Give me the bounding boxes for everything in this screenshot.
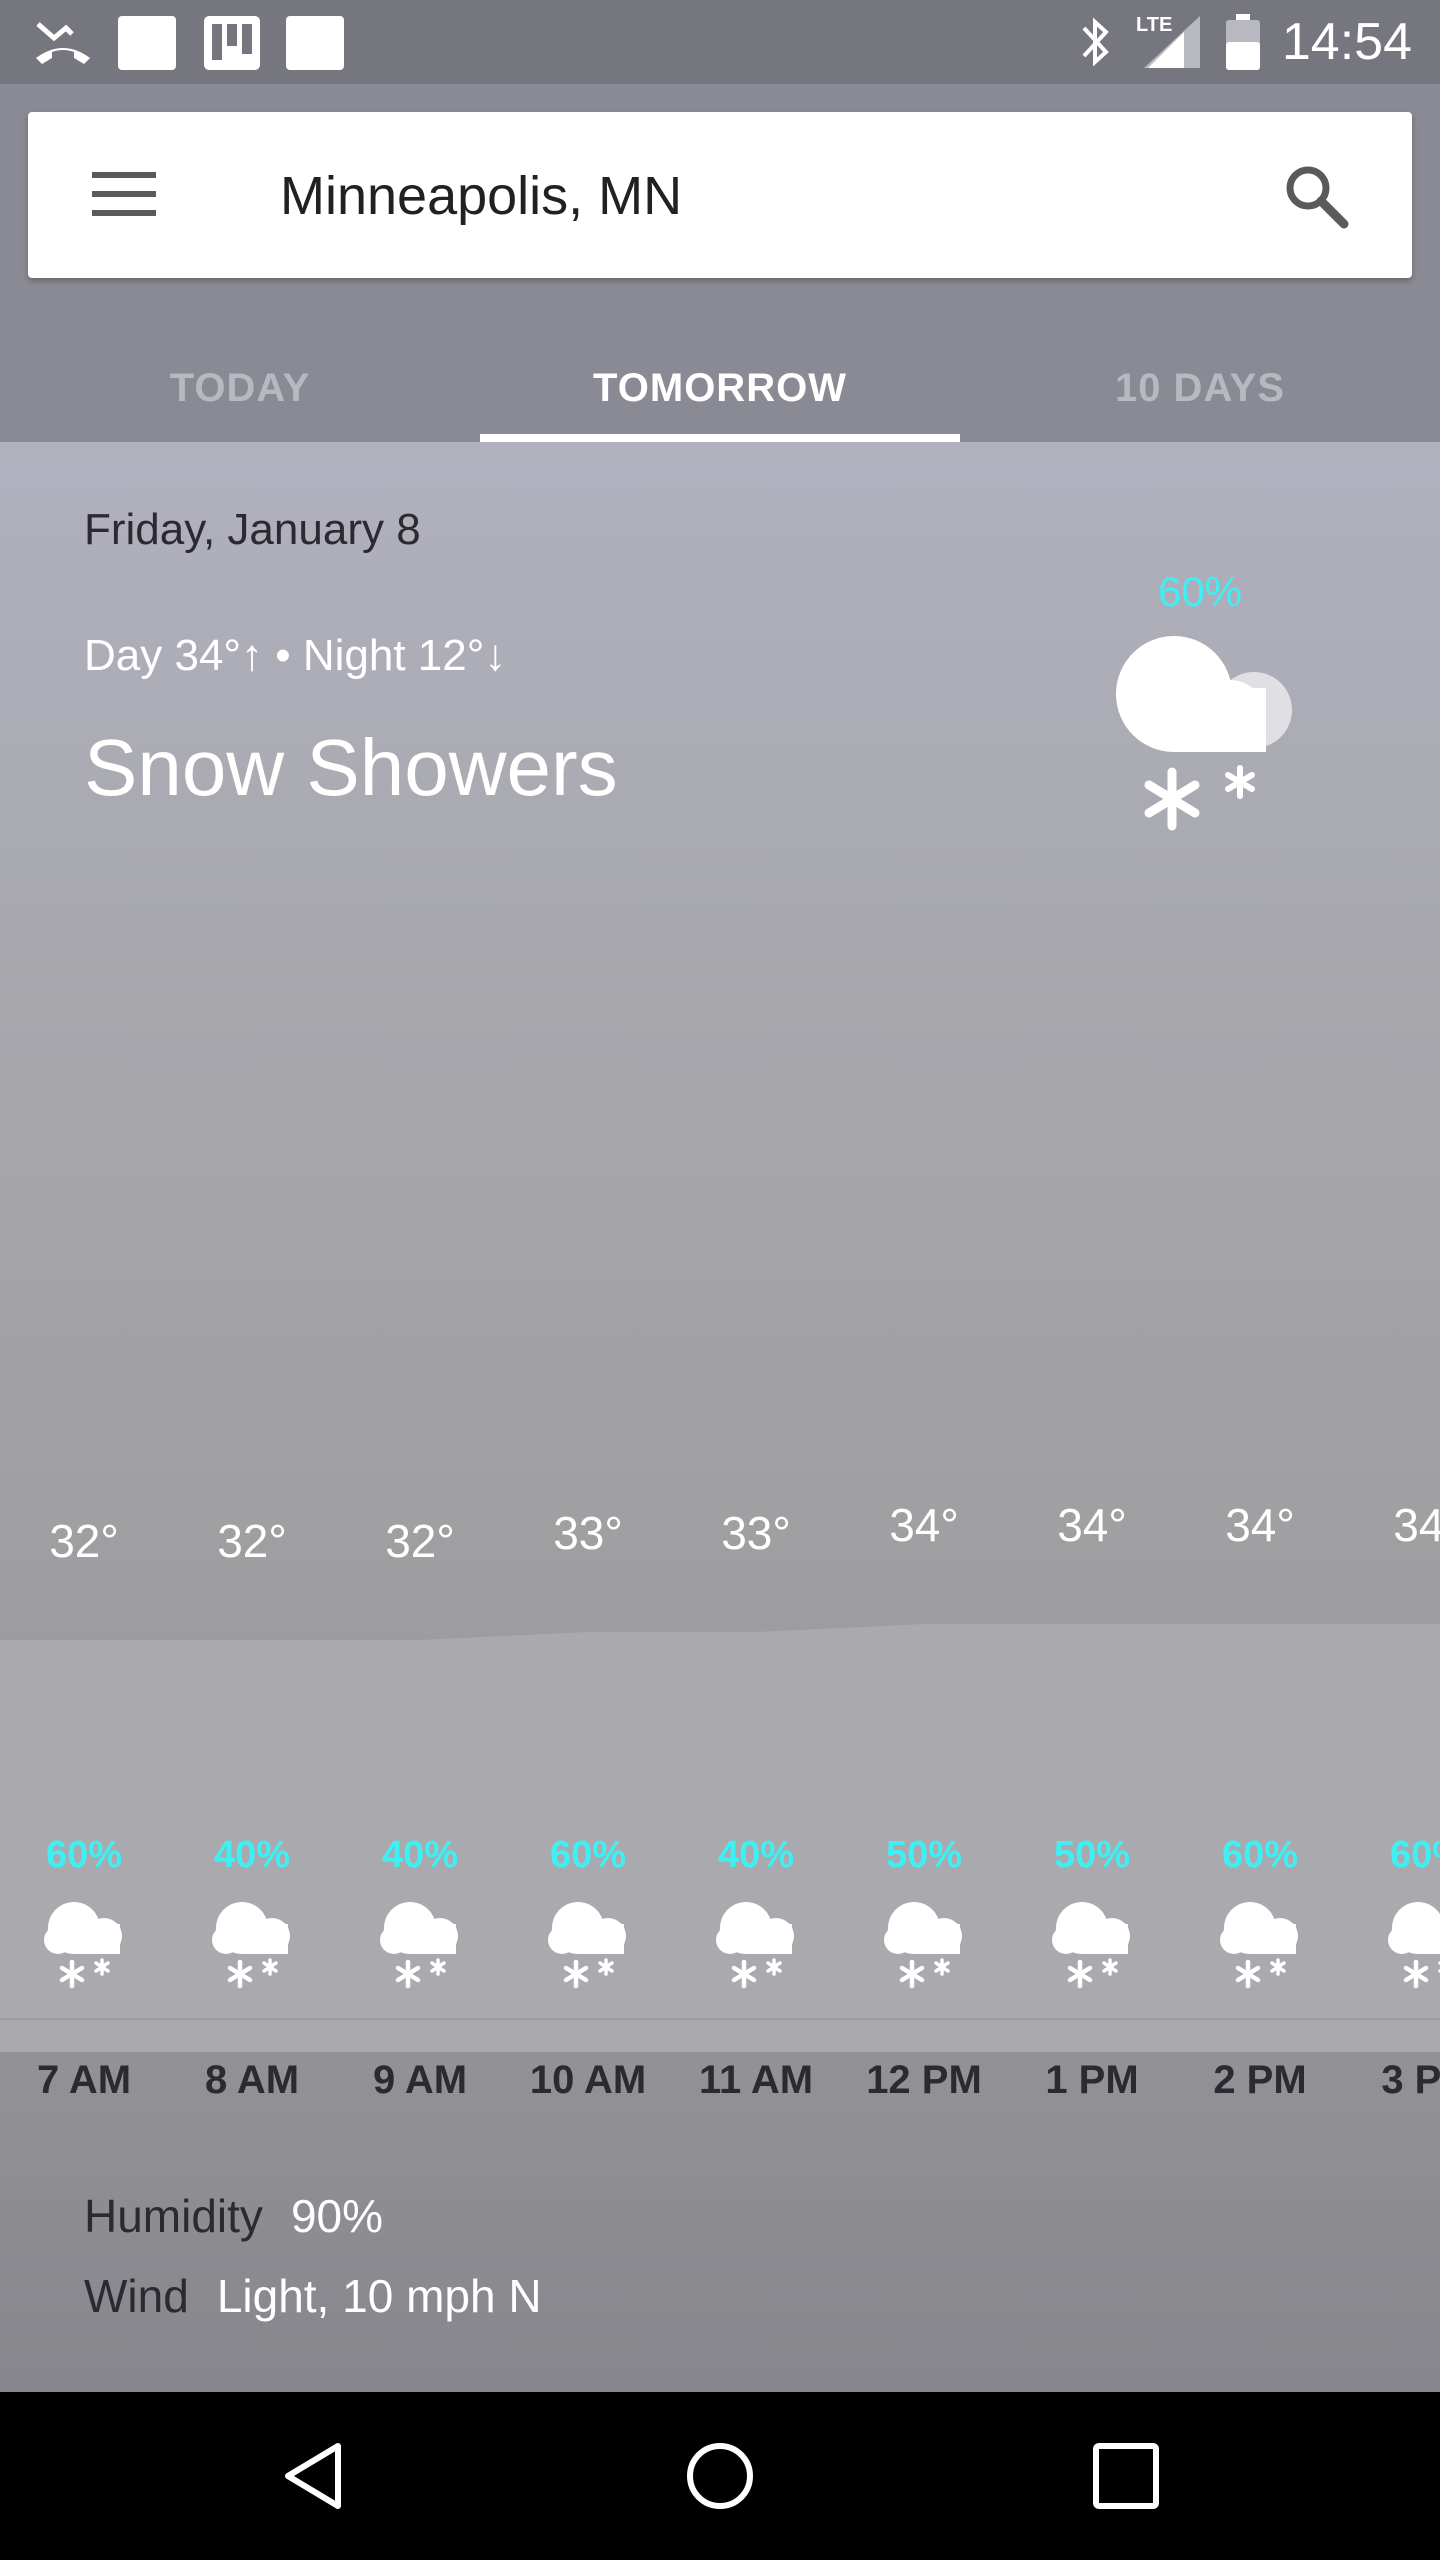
forecast-tabs: TODAY TOMORROW 10 DAYS xyxy=(0,334,1440,442)
snow-showers-icon xyxy=(1388,1902,1440,1989)
recents-icon[interactable] xyxy=(1090,2440,1162,2512)
humidity-label: Humidity xyxy=(84,2190,263,2242)
hour-precip: 60% xyxy=(549,1834,627,1876)
tab-tomorrow[interactable]: TOMORROW xyxy=(480,334,960,442)
hour-label: 3 PM xyxy=(1381,2058,1440,2102)
notification-square-icon xyxy=(286,16,344,70)
snow-showers-icon xyxy=(1220,1902,1298,1989)
missed-call-icon xyxy=(36,22,90,64)
hamburger-menu-icon[interactable] xyxy=(92,170,156,218)
hour-label: 12 PM xyxy=(866,2058,982,2102)
notification-square-icon xyxy=(118,16,176,70)
hour-label: 9 AM xyxy=(372,2058,468,2102)
tab-today[interactable]: TODAY xyxy=(0,334,480,442)
hour-precip: 50% xyxy=(1053,1834,1131,1876)
hour-precip: 60% xyxy=(45,1834,123,1876)
wind-value: Light, 10 mph N xyxy=(216,2270,542,2322)
hour-temp: 33° xyxy=(553,1507,623,1559)
trello-icon xyxy=(204,16,260,70)
humidity-row: Humidity 90% xyxy=(84,2188,383,2244)
hour-precip: 40% xyxy=(213,1834,291,1876)
status-bar: LTE 14:54 xyxy=(0,0,1440,84)
hour-temp: 32° xyxy=(385,1515,455,1567)
tab-10-days[interactable]: 10 DAYS xyxy=(960,334,1440,442)
location-text[interactable]: Minneapolis, MN xyxy=(280,166,682,226)
hour-temp: 34° xyxy=(1393,1499,1440,1551)
hourly-forecast[interactable]: 32° 60% 7 AM 32° 40% 8 AM 32° 40% 9 AM 33° 60% 10 A… xyxy=(0,442,1440,2392)
hour-temp: 32° xyxy=(217,1515,287,1567)
hour-temp: 34° xyxy=(1057,1499,1127,1551)
hour-label: 8 AM xyxy=(204,2058,300,2102)
hour-label: 11 AM xyxy=(698,2058,814,2102)
hour-precip: 50% xyxy=(885,1834,963,1876)
hour-label: 1 PM xyxy=(1045,2058,1139,2102)
status-time: 14:54 xyxy=(1281,13,1412,71)
location-search-bar[interactable]: Minneapolis, MN xyxy=(28,112,1412,278)
hourly-divider xyxy=(0,2018,1440,2020)
hour-precip: 60% xyxy=(1389,1834,1440,1876)
search-icon[interactable] xyxy=(1282,162,1350,230)
hour-temp: 33° xyxy=(721,1507,791,1559)
humidity-value: 90% xyxy=(290,2190,384,2242)
back-icon[interactable] xyxy=(280,2440,352,2512)
hour-temp: 32° xyxy=(49,1515,119,1567)
hour-precip: 40% xyxy=(717,1834,795,1876)
forecast-content[interactable]: Friday, January 8 Day 34°↑ • Night 12°↓ … xyxy=(0,442,1440,2392)
hour-label: 7 AM xyxy=(36,2058,132,2102)
wind-label: Wind xyxy=(84,2270,189,2322)
snow-showers-icon xyxy=(212,1902,290,1989)
hour-label: 2 PM xyxy=(1213,2058,1307,2102)
signal-icon xyxy=(1144,16,1200,68)
bluetooth-icon xyxy=(1082,17,1109,67)
header: Minneapolis, MN TODAY TOMORROW 10 DAYS xyxy=(0,84,1440,442)
active-tab-indicator xyxy=(480,434,960,442)
wind-row: Wind Light, 10 mph N xyxy=(84,2268,542,2324)
snow-showers-icon xyxy=(716,1902,794,1989)
snow-showers-icon xyxy=(884,1902,962,1989)
home-icon[interactable] xyxy=(684,2440,756,2512)
snow-showers-icon xyxy=(1052,1902,1130,1989)
battery-icon xyxy=(1226,14,1260,70)
snow-showers-icon xyxy=(548,1902,626,1989)
hour-precip: 40% xyxy=(381,1834,459,1876)
hour-temp: 34° xyxy=(1225,1499,1295,1551)
hour-label: 10 AM xyxy=(529,2058,647,2102)
snow-showers-icon xyxy=(44,1902,122,1989)
hour-precip: 60% xyxy=(1221,1834,1299,1876)
hour-temp: 34° xyxy=(889,1499,959,1551)
navigation-bar xyxy=(0,2392,1440,2560)
snow-showers-icon xyxy=(380,1902,458,1989)
